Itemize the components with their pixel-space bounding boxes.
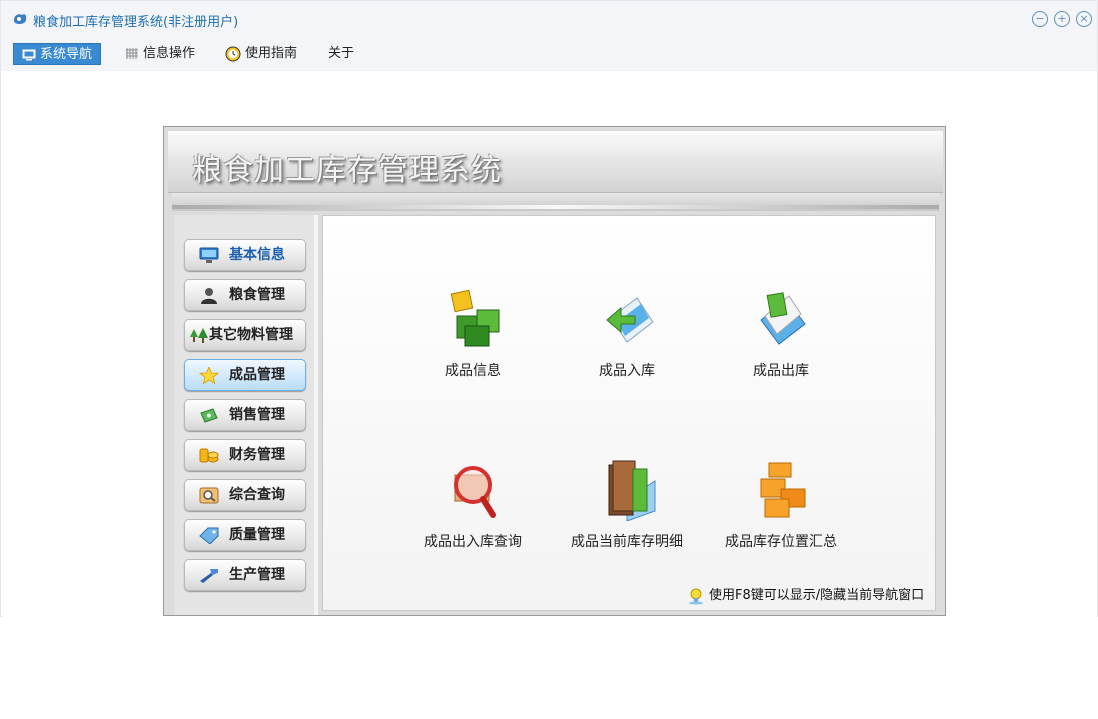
menu-user-guide-label: 使用指南 xyxy=(245,46,298,61)
sidebar-item-production[interactable]: 生产管理 xyxy=(184,559,306,591)
sidebar-item-quality[interactable]: 质量管理 xyxy=(184,519,306,551)
money-icon xyxy=(200,408,218,423)
tile-label: 成品当前库存明细 xyxy=(571,534,683,550)
app-logo-icon xyxy=(14,14,27,24)
tile-label: 成品出库 xyxy=(753,363,809,379)
tag-icon xyxy=(199,527,219,544)
sidebar-item-label: 生产管理 xyxy=(229,567,285,583)
sidebar-item-query[interactable]: 综合查询 xyxy=(184,479,306,511)
menu-user-guide[interactable]: 使用指南 xyxy=(225,43,297,65)
menu-about[interactable]: 关于 xyxy=(328,43,354,65)
monitor-icon xyxy=(22,49,36,60)
sidebar-item-sales[interactable]: 销售管理 xyxy=(184,399,306,431)
monitor-icon xyxy=(199,247,219,263)
outbound-icon xyxy=(760,292,806,345)
navigator-sidebar: 基本信息 粮食管理 其它物料管理 成品管理 销售管理 财务管理 综合查询 质量管… xyxy=(174,215,318,615)
sidebar-item-label: 销售管理 xyxy=(229,407,285,423)
sidebar-item-label: 粮食管理 xyxy=(229,287,285,303)
navigator-panel: 粮食加工库存管理系统 基本信息 粮食管理 其它物料管理 成品管理 销售管理 财务… xyxy=(163,126,946,616)
menu-bar: 系统导航 信息操作 使用指南 关于 xyxy=(1,39,1097,71)
lightbulb-icon xyxy=(689,588,703,604)
clock-icon xyxy=(225,46,241,61)
menu-info-ops-label: 信息操作 xyxy=(143,46,196,61)
menu-about-label: 关于 xyxy=(328,46,355,61)
title-bar: 粮食加工库存管理系统(非注册用户) − + × xyxy=(1,1,1097,39)
user-icon xyxy=(201,288,217,304)
close-icon[interactable]: × xyxy=(1076,11,1092,27)
trees-icon xyxy=(190,328,208,343)
navigator-title: 粮食加工库存管理系统 xyxy=(192,153,502,188)
sidebar-item-basic-info[interactable]: 基本信息 xyxy=(184,239,306,271)
f8-hint: 使用F8键可以显示/隐藏当前导航窗口 xyxy=(687,584,924,605)
sidebar-item-finance[interactable]: 财务管理 xyxy=(184,439,306,471)
books-icon xyxy=(608,460,656,521)
tile-label: 成品信息 xyxy=(445,363,501,379)
tool-icon xyxy=(200,569,218,583)
coins-icon xyxy=(199,448,219,463)
grid-icon xyxy=(126,48,138,59)
star-icon xyxy=(199,367,219,384)
menu-system-nav-label: 系统导航 xyxy=(40,47,93,62)
window-title: 粮食加工库存管理系统(非注册用户) xyxy=(33,15,239,30)
sidebar-item-label: 成品管理 xyxy=(229,367,285,383)
tile-label: 成品库存位置汇总 xyxy=(725,534,837,550)
sidebar-item-label: 财务管理 xyxy=(229,447,285,463)
navigator-header: 粮食加工库存管理系统 xyxy=(168,131,943,193)
sidebar-item-label: 综合查询 xyxy=(229,487,285,503)
search-icon xyxy=(199,487,219,504)
cubes-icon xyxy=(450,289,500,347)
boxes-icon xyxy=(760,462,806,518)
minimize-icon[interactable]: − xyxy=(1032,11,1048,27)
maximize-icon[interactable]: + xyxy=(1054,11,1070,27)
inbound-icon xyxy=(606,297,654,343)
f8-hint-text: 使用F8键可以显示/隐藏当前导航窗口 xyxy=(709,588,925,603)
menu-info-ops[interactable]: 信息操作 xyxy=(125,43,195,65)
magnifier-box-icon xyxy=(454,466,496,518)
tile-label: 成品入库 xyxy=(599,363,655,379)
menu-system-nav[interactable]: 系统导航 xyxy=(13,43,102,65)
sidebar-item-label: 质量管理 xyxy=(229,527,285,543)
sidebar-item-products[interactable]: 成品管理 xyxy=(184,359,306,391)
sidebar-item-label: 其它物料管理 xyxy=(209,327,293,343)
sidebar-item-other-materials[interactable]: 其它物料管理 xyxy=(184,319,306,351)
sidebar-item-label: 基本信息 xyxy=(229,247,285,263)
sidebar-item-grain[interactable]: 粮食管理 xyxy=(184,279,306,311)
header-band xyxy=(172,193,939,211)
tile-label: 成品出入库查询 xyxy=(424,534,522,550)
navigator-main: 成品信息 成品入库 成品出库 成品出入库查询 成品当前库存明细 成品库存位置汇总… xyxy=(322,215,936,611)
